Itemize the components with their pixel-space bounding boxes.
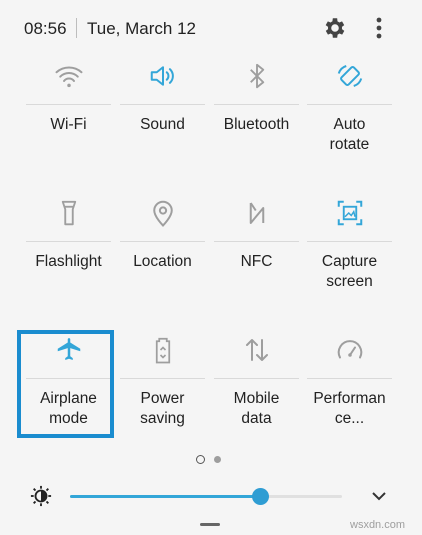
tile-label: Power saving [140, 390, 185, 427]
page-dot [214, 456, 221, 463]
date: Tue, March 12 [87, 19, 196, 38]
tile-label: Location [133, 253, 192, 270]
tile-divider [307, 378, 392, 379]
slider-thumb[interactable] [252, 488, 269, 505]
tile-label: Bluetooth [223, 116, 290, 133]
tile-divider [120, 378, 205, 379]
page-dot-current [196, 455, 205, 464]
wifi-icon [22, 49, 115, 103]
brightness-slider[interactable] [70, 486, 342, 506]
tile-divider [120, 104, 205, 105]
settings-gear-icon[interactable] [322, 15, 348, 41]
capture-screen-icon [303, 186, 396, 240]
bluetooth-icon [210, 49, 303, 103]
tile-performance[interactable]: Performan ce... [303, 323, 396, 451]
power-saving-icon [116, 323, 209, 377]
tile-label: Mobile data [233, 390, 280, 427]
tile-divider [307, 241, 392, 242]
tile-label: Capture screen [321, 253, 378, 290]
tile-divider [120, 241, 205, 242]
brightness-icon [30, 485, 52, 507]
tile-divider [26, 104, 111, 105]
tile-nfc[interactable]: NFC [210, 186, 303, 314]
tile-label: Flashlight [35, 253, 102, 270]
tile-divider [214, 104, 299, 105]
sound-icon [116, 49, 209, 103]
tile-label: Wi-Fi [50, 116, 87, 133]
tile-divider [214, 241, 299, 242]
auto-rotate-icon [303, 49, 396, 103]
tile-label: Performan ce... [313, 390, 386, 427]
chevron-down-icon[interactable] [370, 487, 388, 505]
tile-auto-rotate[interactable]: Auto rotate [303, 49, 396, 177]
watermark: wsxdn.com [350, 519, 406, 531]
tile-label: Auto rotate [329, 116, 370, 153]
drag-handle[interactable] [200, 523, 220, 526]
mobile-data-icon [210, 323, 303, 377]
tile-label: NFC [240, 253, 273, 270]
tile-bluetooth[interactable]: Bluetooth [210, 49, 303, 177]
tile-capture-screen[interactable]: Capture screen [303, 186, 396, 314]
tile-divider [307, 104, 392, 105]
slider-fill [70, 495, 260, 498]
nfc-icon [210, 186, 303, 240]
tile-flashlight[interactable]: Flashlight [22, 186, 115, 314]
tile-divider [214, 378, 299, 379]
tile-power-saving[interactable]: Power saving [116, 323, 209, 451]
tile-wifi[interactable]: Wi-Fi [22, 49, 115, 177]
tile-label: Sound [140, 116, 185, 133]
location-icon [116, 186, 209, 240]
performance-icon [303, 323, 396, 377]
divider [76, 18, 77, 38]
more-options-icon[interactable] [368, 15, 390, 41]
tile-sound[interactable]: Sound [116, 49, 209, 177]
tile-mobile-data[interactable]: Mobile data [210, 323, 303, 451]
page-indicator[interactable] [196, 455, 226, 467]
tile-divider [26, 241, 111, 242]
flashlight-icon [22, 186, 115, 240]
clock: 08:56 [24, 19, 67, 38]
tile-location[interactable]: Location [116, 186, 209, 314]
airplane-highlight [17, 330, 114, 438]
